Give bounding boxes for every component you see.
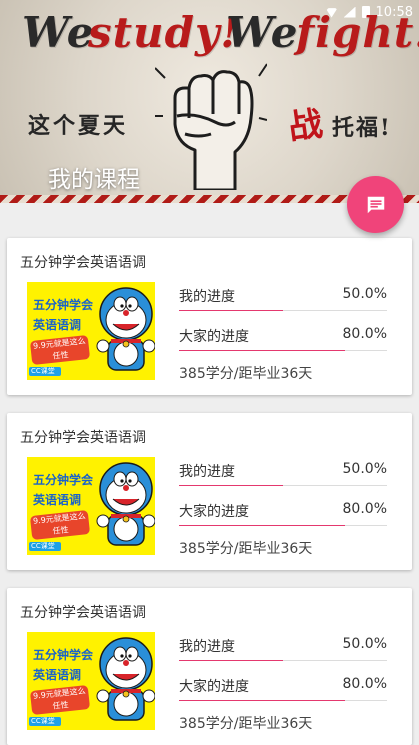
thumbnail-text-line2: 英语语调 [33, 493, 82, 507]
course-title: 五分钟学会英语语调 [20, 255, 146, 271]
all-progress-value: 80.0% [342, 501, 387, 517]
course-card[interactable]: 五分钟学会英语语调 五分钟学会 英语语调 9.9元就是这么任性 CC课堂 我的进… [7, 413, 412, 570]
course-thumbnail: 五分钟学会 英语语调 9.9元就是这么任性 CC课堂 [27, 282, 155, 380]
my-progress-label: 我的进度 [179, 464, 235, 480]
course-card[interactable]: 五分钟学会英语语调 五分钟学会 英语语调 9.9元就是这么任性 CC课堂 我的进… [7, 588, 412, 745]
credits-text: 385学分/距毕业36天 [179, 366, 313, 382]
all-progress-label: 大家的进度 [179, 504, 249, 520]
credits-text: 385学分/距毕业36天 [179, 541, 313, 557]
my-progress-bar [179, 485, 387, 486]
all-progress-bar [179, 525, 387, 526]
all-progress-label: 大家的进度 [179, 679, 249, 695]
cartoon-character-icon [96, 637, 155, 721]
my-progress-row: 我的进度 50.0% [179, 461, 387, 486]
thumbnail-brand-badge: CC课堂 [29, 542, 61, 551]
banner-subtitle-left: 这个夏天 [28, 113, 129, 139]
banner-subtitle-fight: 战 [285, 103, 326, 149]
all-progress-label: 大家的进度 [179, 329, 249, 345]
slogan-word: We [226, 8, 299, 57]
my-progress-label: 我的进度 [179, 289, 235, 305]
thumbnail-text-line1: 五分钟学会 [33, 473, 94, 487]
all-progress-bar [179, 350, 387, 351]
my-progress-label: 我的进度 [179, 639, 235, 655]
message-icon [367, 196, 384, 213]
credits-text: 385学分/距毕业36天 [179, 716, 313, 732]
all-progress-row: 大家的进度 80.0% [179, 501, 387, 526]
thumbnail-text-line1: 五分钟学会 [33, 648, 94, 662]
slogan-word: study! [88, 8, 240, 57]
thumbnail-text-line1: 五分钟学会 [33, 298, 94, 312]
my-progress-fill [179, 485, 283, 486]
my-progress-value: 50.0% [342, 286, 387, 302]
course-title: 五分钟学会英语语调 [20, 430, 146, 446]
my-progress-bar [179, 310, 387, 311]
my-progress-value: 50.0% [342, 461, 387, 477]
banner-subtitle-right: 托福! [332, 115, 392, 141]
all-progress-fill [179, 525, 346, 526]
my-progress-bar [179, 660, 387, 661]
message-fab-button[interactable] [347, 176, 404, 233]
thumbnail-text-line2: 英语语调 [33, 668, 82, 682]
all-progress-fill [179, 350, 346, 351]
thumbnail-brand-badge: CC课堂 [29, 367, 61, 376]
all-progress-value: 80.0% [342, 676, 387, 692]
slogan-word: fight! [296, 8, 419, 57]
all-progress-row: 大家的进度 80.0% [179, 676, 387, 701]
all-progress-bar [179, 700, 387, 701]
course-thumbnail: 五分钟学会 英语语调 9.9元就是这么任性 CC课堂 [27, 457, 155, 555]
raised-fist-icon [155, 63, 267, 190]
my-progress-row: 我的进度 50.0% [179, 286, 387, 311]
page-title: 我的课程 [48, 167, 140, 193]
course-title: 五分钟学会英语语调 [20, 605, 146, 621]
all-progress-fill [179, 700, 346, 701]
slogan-word: We [22, 8, 95, 57]
all-progress-row: 大家的进度 80.0% [179, 326, 387, 351]
header-banner: 10:58 We study! We fight! 这个夏天 战 托福! 我的课… [0, 0, 419, 203]
course-card[interactable]: 五分钟学会英语语调 五分钟学会 英语语调 9.9元就是这么任性 CC课堂 我的进… [7, 238, 412, 395]
my-progress-fill [179, 660, 283, 661]
all-progress-value: 80.0% [342, 326, 387, 342]
my-progress-fill [179, 310, 283, 311]
course-thumbnail: 五分钟学会 英语语调 9.9元就是这么任性 CC课堂 [27, 632, 155, 730]
my-progress-row: 我的进度 50.0% [179, 636, 387, 661]
cartoon-character-icon [96, 462, 155, 546]
cartoon-character-icon [96, 287, 155, 371]
my-progress-value: 50.0% [342, 636, 387, 652]
thumbnail-brand-badge: CC课堂 [29, 717, 61, 726]
thumbnail-text-line2: 英语语调 [33, 318, 82, 332]
